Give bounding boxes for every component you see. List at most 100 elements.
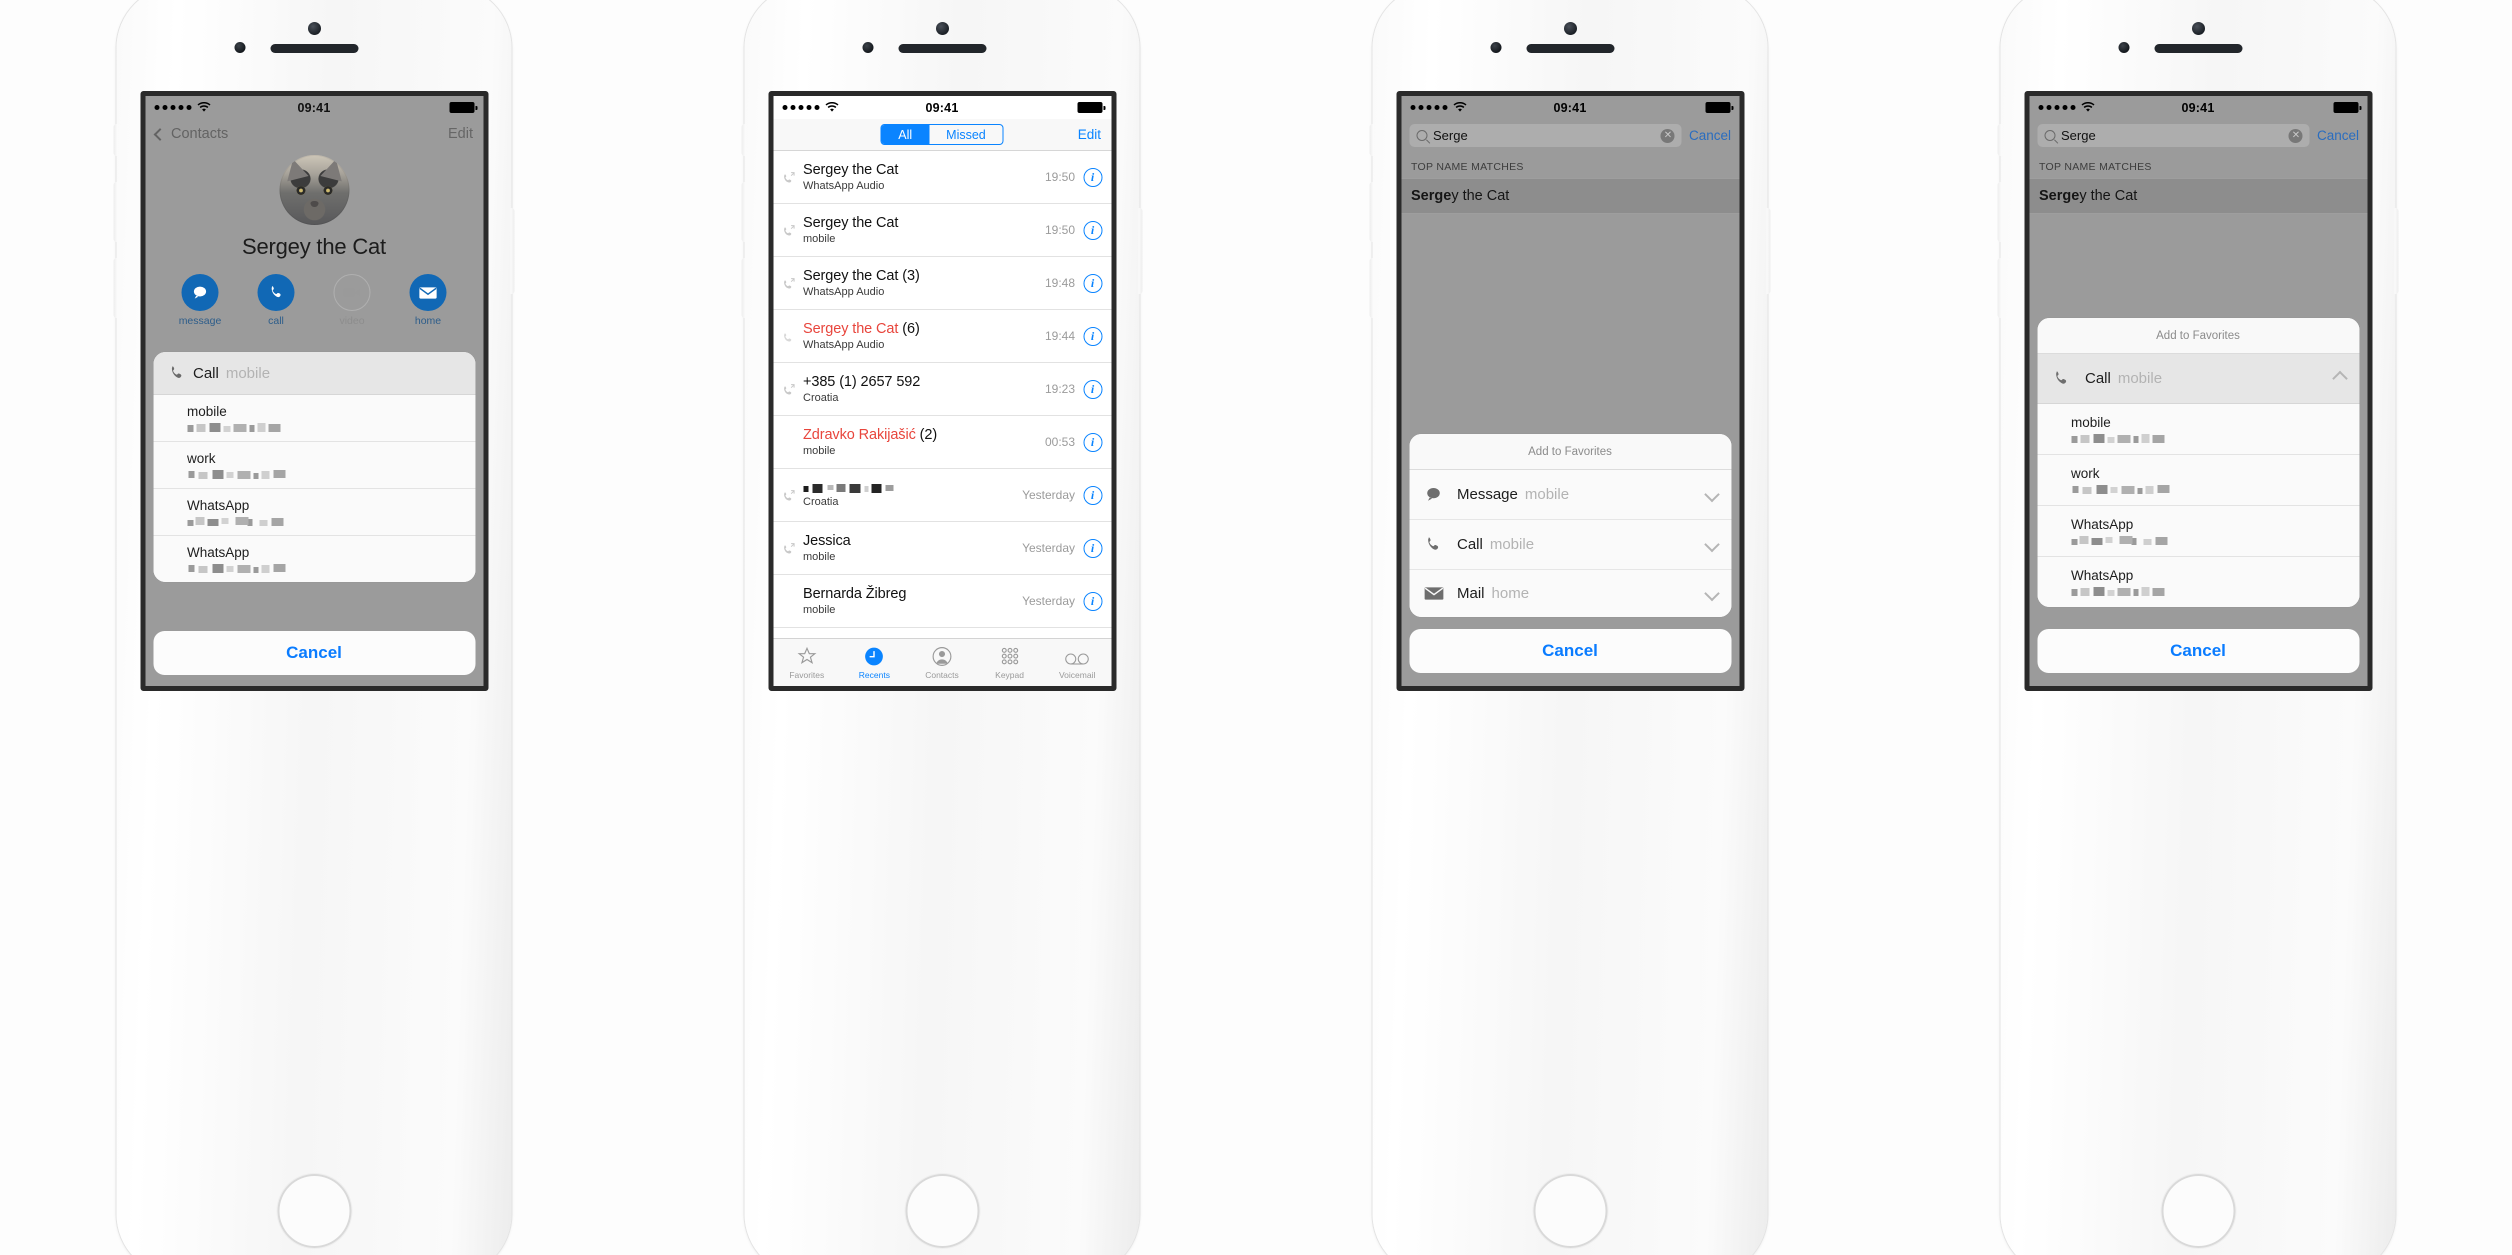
info-icon[interactable]: i	[1083, 220, 1102, 240]
table-row[interactable]: Jessica mobile Yesterday i	[773, 522, 1111, 575]
chevron-up-icon[interactable]	[2331, 370, 2348, 387]
cancel-button[interactable]: Cancel	[2037, 629, 2359, 673]
info-icon[interactable]: i	[1083, 326, 1102, 346]
info-icon[interactable]: i	[1083, 273, 1102, 293]
sheet-option-mail[interactable]: Mail home	[1409, 570, 1731, 617]
sheet-header-call[interactable]: Call mobile	[2037, 354, 2359, 404]
home-button[interactable]	[1533, 1174, 1607, 1248]
info-icon[interactable]: i	[1083, 538, 1102, 558]
power-button[interactable]	[1138, 208, 1143, 294]
phone-handset-icon	[257, 274, 295, 311]
phone-1: 09:41 Contacts Edit Sergey the Cat messa…	[0, 0, 628, 1255]
info-icon[interactable]: i	[1083, 167, 1102, 187]
recents-list[interactable]: Sergey the Cat WhatsApp Audio 19:50 i Se…	[773, 151, 1111, 628]
sheet-option-message[interactable]: Message mobile	[1409, 470, 1731, 520]
call-subtitle: Croatia	[803, 495, 839, 508]
action-home-mail[interactable]: home	[404, 274, 452, 327]
home-button[interactable]	[2161, 1174, 2235, 1248]
tab-voicemail[interactable]: Voicemail	[1043, 639, 1111, 686]
mute-switch[interactable]	[1369, 124, 1374, 156]
caller-name: Bernarda Žibreg	[803, 586, 907, 602]
search-result-row[interactable]: Sergey the Cat	[2029, 178, 2367, 214]
cancel-button[interactable]: Cancel	[153, 631, 475, 675]
action-call[interactable]: call	[252, 274, 300, 327]
action-message-label: message	[178, 315, 222, 327]
edit-button[interactable]: Edit	[1078, 127, 1101, 142]
search-input[interactable]: Serge ✕	[2037, 124, 2310, 147]
call-subtitle: Croatia	[803, 392, 839, 404]
cancel-button[interactable]: Cancel	[1409, 629, 1731, 673]
clear-circle-icon[interactable]: ✕	[1660, 128, 1675, 143]
mute-switch[interactable]	[1997, 124, 2002, 156]
sheet-row[interactable]: work	[153, 442, 475, 489]
power-button[interactable]	[510, 208, 515, 294]
iphone-body: 09:41 All Missed Edit Sergey the Cat Wha…	[741, 0, 1143, 1255]
caller-name: Zdravko Rakijašić (2)	[803, 427, 938, 443]
info-icon[interactable]: i	[1083, 591, 1102, 611]
sensor-icon	[2118, 42, 2130, 53]
segmented-control[interactable]: All Missed	[880, 124, 1004, 145]
info-icon[interactable]: i	[1083, 485, 1102, 505]
tab-recents[interactable]: Recents	[841, 639, 909, 686]
info-icon[interactable]: i	[1083, 432, 1102, 452]
chevron-down-icon[interactable]	[1703, 536, 1720, 553]
back-button[interactable]: Contacts	[153, 126, 228, 142]
call-subtitle: WhatsApp Audio	[803, 286, 885, 298]
sheet-title: Add to Favorites	[1409, 434, 1731, 470]
mute-switch[interactable]	[113, 124, 118, 156]
search-cancel-button[interactable]: Cancel	[2317, 128, 2359, 143]
table-row[interactable]: Sergey the Cat mobile 19:50 i	[773, 204, 1111, 257]
info-icon[interactable]: i	[1083, 379, 1102, 399]
edit-button[interactable]: Edit	[448, 126, 473, 142]
sheet-row[interactable]: WhatsApp	[153, 489, 475, 536]
table-row[interactable]: Zdravko Rakijašić (2) mobile 00:53 i	[773, 416, 1111, 469]
search-cancel-button[interactable]: Cancel	[1689, 128, 1731, 143]
table-row[interactable]: Sergey the Cat (3) WhatsApp Audio 19:48 …	[773, 257, 1111, 310]
tab-bar[interactable]: Favorites Recents Contacts Keypad Voicem…	[773, 638, 1111, 686]
sensor-icon	[234, 42, 246, 53]
chevron-down-icon[interactable]	[1703, 585, 1720, 602]
home-button[interactable]	[277, 1174, 351, 1248]
section-header: TOP NAME MATCHES	[1411, 161, 1524, 173]
row-label: work	[2071, 466, 2100, 481]
sheet-option-call[interactable]: Call mobile	[1409, 520, 1731, 570]
table-row[interactable]: +385 (1) 2657 592 Croatia 19:23 i	[773, 363, 1111, 416]
sheet-row[interactable]: work	[2037, 455, 2359, 506]
row-label: WhatsApp	[187, 498, 250, 513]
clear-circle-icon[interactable]: ✕	[2288, 128, 2303, 143]
phone-4: 09:41 Serge ✕ Cancel TOP NAME MATCHES Se…	[1884, 0, 2512, 1255]
redacted-number	[187, 423, 461, 432]
segment-all[interactable]: All	[881, 125, 930, 144]
search-input[interactable]: Serge ✕	[1409, 124, 1682, 147]
voicemail-icon	[1065, 645, 1090, 667]
table-row[interactable]: Sergey the Cat WhatsApp Audio 19:50 i	[773, 151, 1111, 204]
sheet-row[interactable]: WhatsApp	[153, 536, 475, 582]
segment-missed[interactable]: Missed	[929, 125, 1003, 144]
clock-icon	[864, 645, 885, 667]
action-message[interactable]: message	[176, 274, 224, 327]
tab-favorites[interactable]: Favorites	[773, 639, 841, 686]
sheet-row[interactable]: mobile	[2037, 404, 2359, 455]
message-bubble-icon	[181, 274, 219, 311]
home-button[interactable]	[905, 1174, 979, 1248]
tab-contacts[interactable]: Contacts	[908, 639, 976, 686]
sheet-row[interactable]: WhatsApp	[2037, 557, 2359, 607]
front-camera-icon	[2191, 22, 2205, 35]
sheet-header-call[interactable]: Call mobile	[153, 352, 475, 395]
front-camera-icon	[935, 22, 949, 35]
chevron-down-icon[interactable]	[1703, 486, 1720, 503]
power-button[interactable]	[2394, 208, 2399, 294]
table-row[interactable]: Sergey the Cat (6) WhatsApp Audio 19:44 …	[773, 310, 1111, 363]
add-to-favorites-sheet: Add to Favorites Call mobile mobile work…	[2037, 318, 2359, 607]
status-bar: 09:41	[1401, 96, 1739, 119]
sheet-row[interactable]: mobile	[153, 395, 475, 442]
mute-switch[interactable]	[741, 124, 746, 156]
tab-keypad[interactable]: Keypad	[976, 639, 1044, 686]
sheet-row[interactable]: WhatsApp	[2037, 506, 2359, 557]
iphone-body: 09:41 Serge ✕ Cancel TOP NAME MATCHES Se…	[1997, 0, 2399, 1255]
video-camera-icon	[333, 274, 371, 311]
power-button[interactable]	[1766, 208, 1771, 294]
table-row[interactable]: Croatia Yesterday i	[773, 469, 1111, 522]
table-row[interactable]: Bernarda Žibreg mobile Yesterday i	[773, 575, 1111, 628]
search-result-row[interactable]: Sergey the Cat	[1401, 178, 1739, 214]
